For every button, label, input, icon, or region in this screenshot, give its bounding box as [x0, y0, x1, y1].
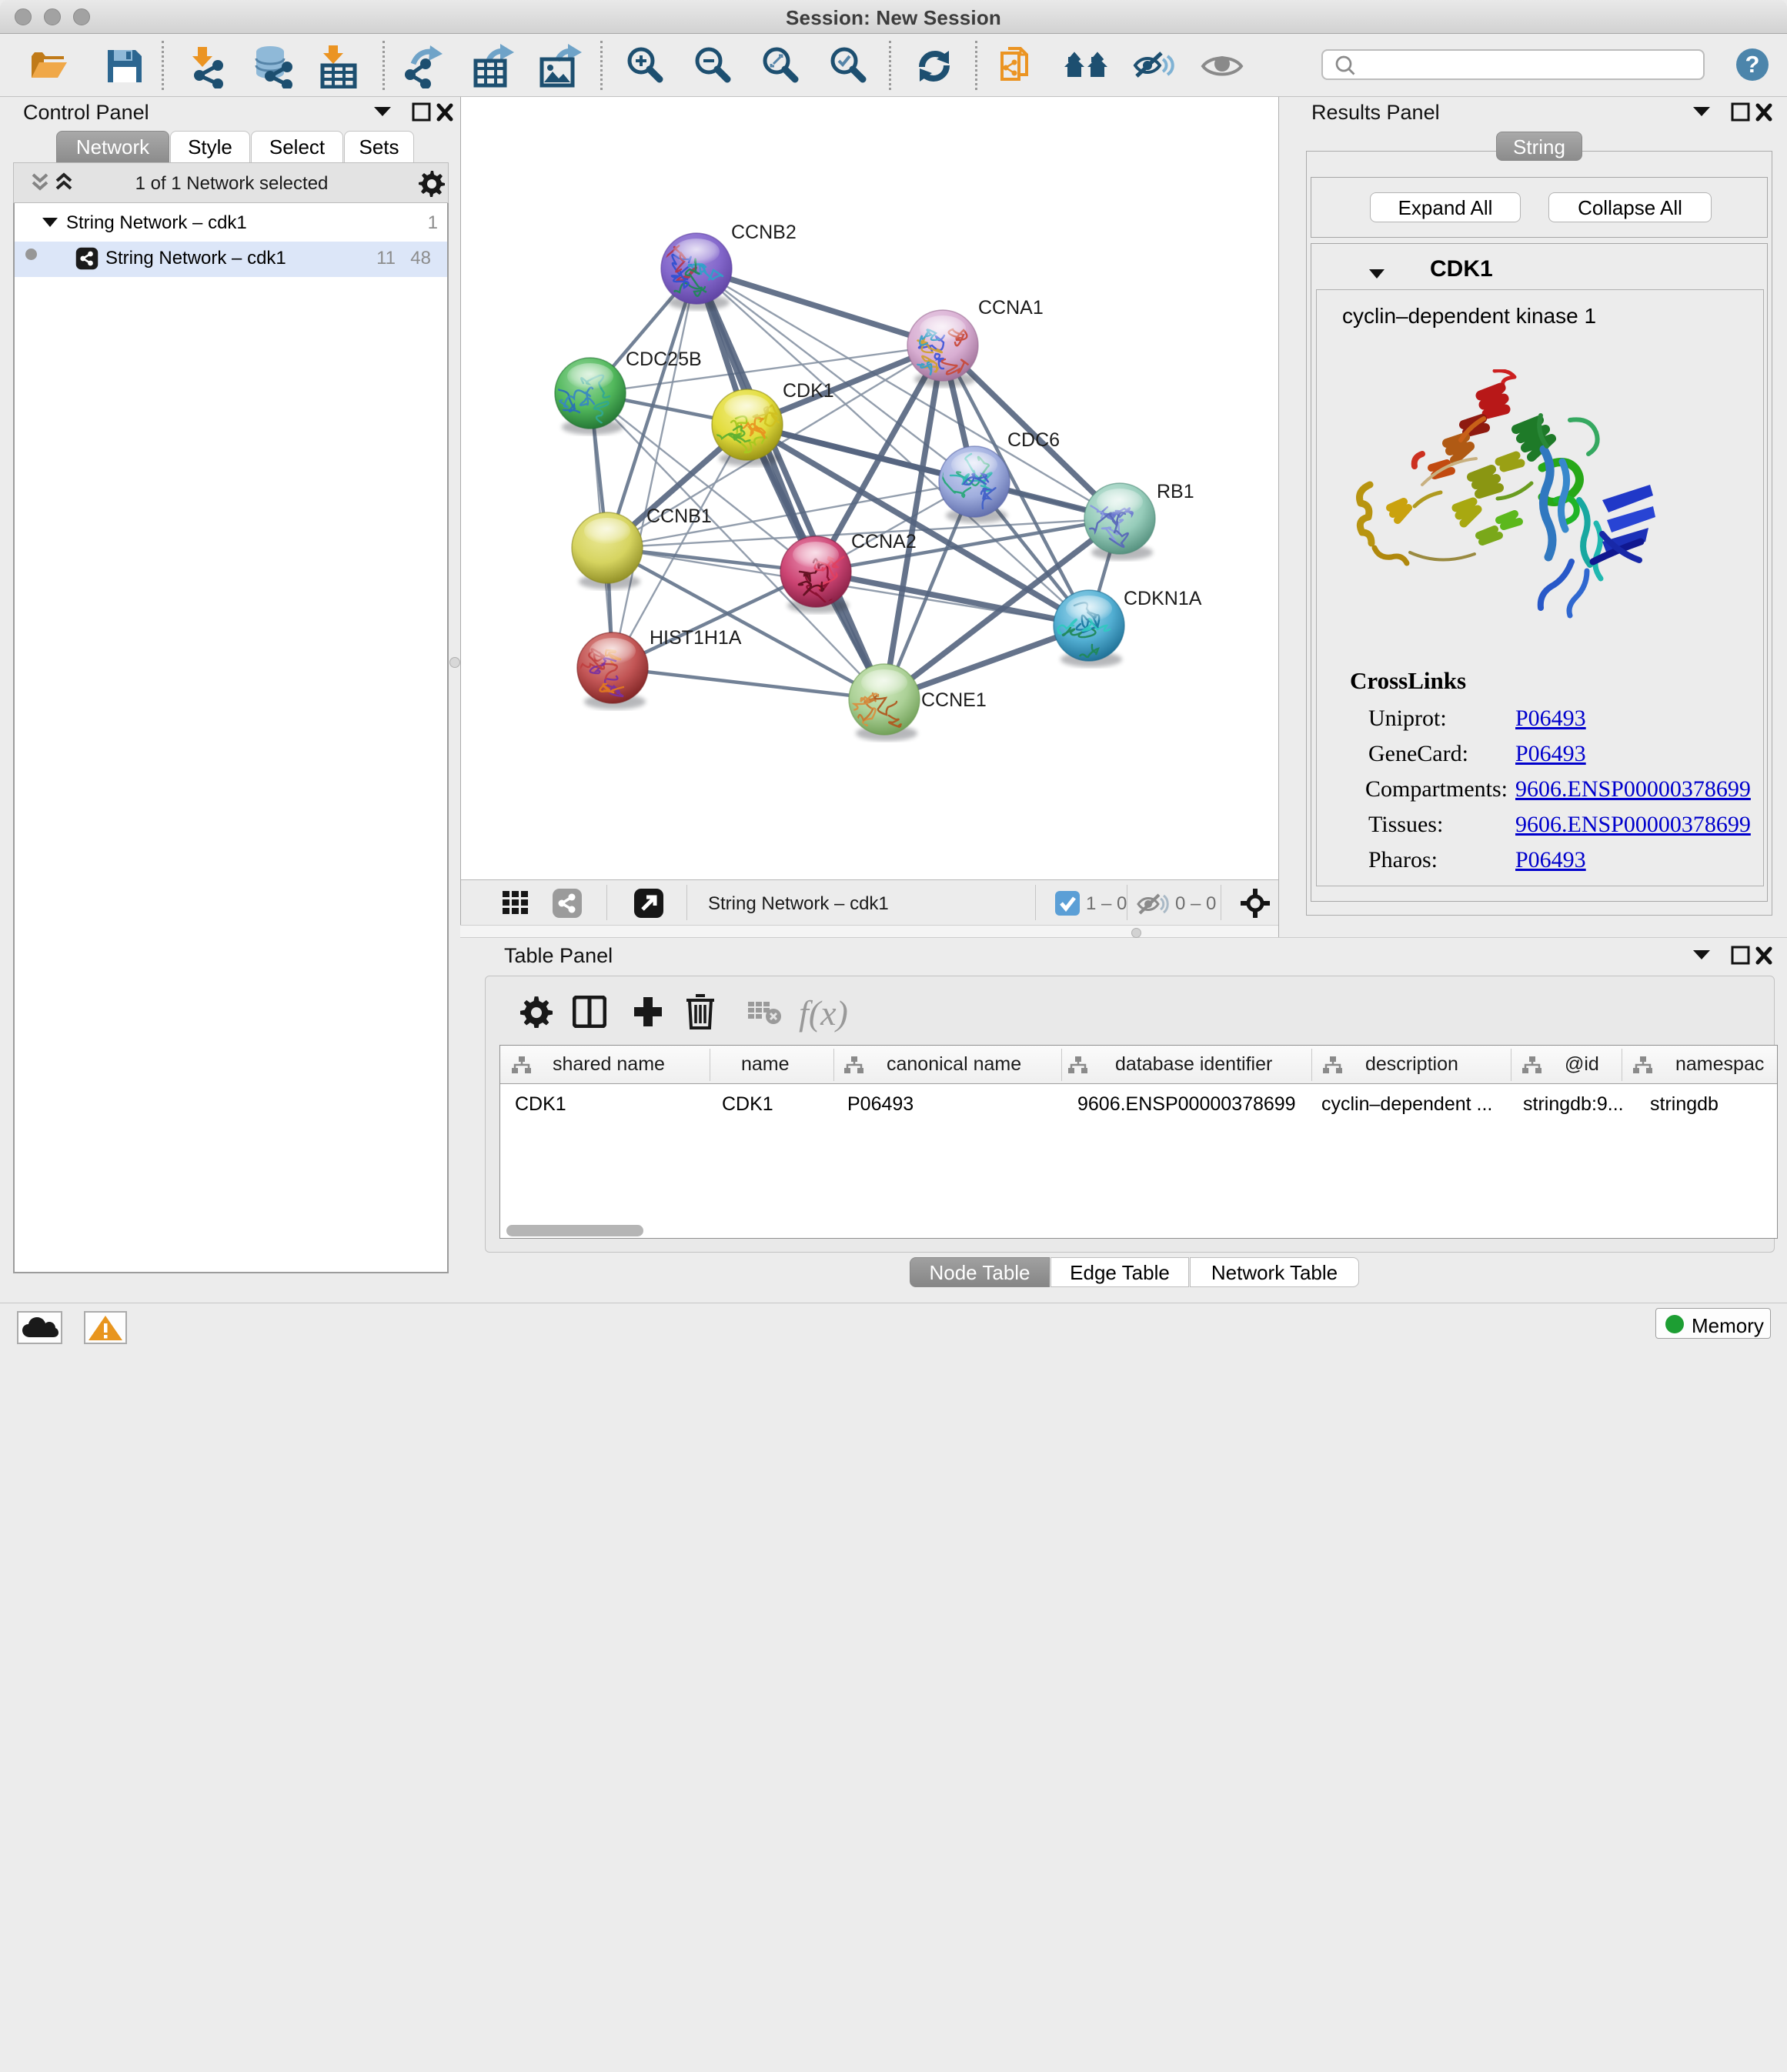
svg-text:CCNA1: CCNA1: [978, 297, 1044, 319]
svg-text:CCNA2: CCNA2: [851, 531, 917, 552]
svg-text:CDC25B: CDC25B: [626, 349, 702, 370]
svg-text:CDK1: CDK1: [783, 380, 834, 402]
svg-text:CCNB2: CCNB2: [731, 222, 797, 243]
svg-text:HIST1H1A: HIST1H1A: [650, 627, 742, 649]
svg-text:CDKN1A: CDKN1A: [1124, 588, 1202, 609]
svg-text:CDC6: CDC6: [1007, 429, 1060, 451]
svg-text:RB1: RB1: [1157, 481, 1194, 502]
svg-text:CCNE1: CCNE1: [921, 689, 987, 711]
svg-text:CCNB1: CCNB1: [646, 505, 712, 527]
